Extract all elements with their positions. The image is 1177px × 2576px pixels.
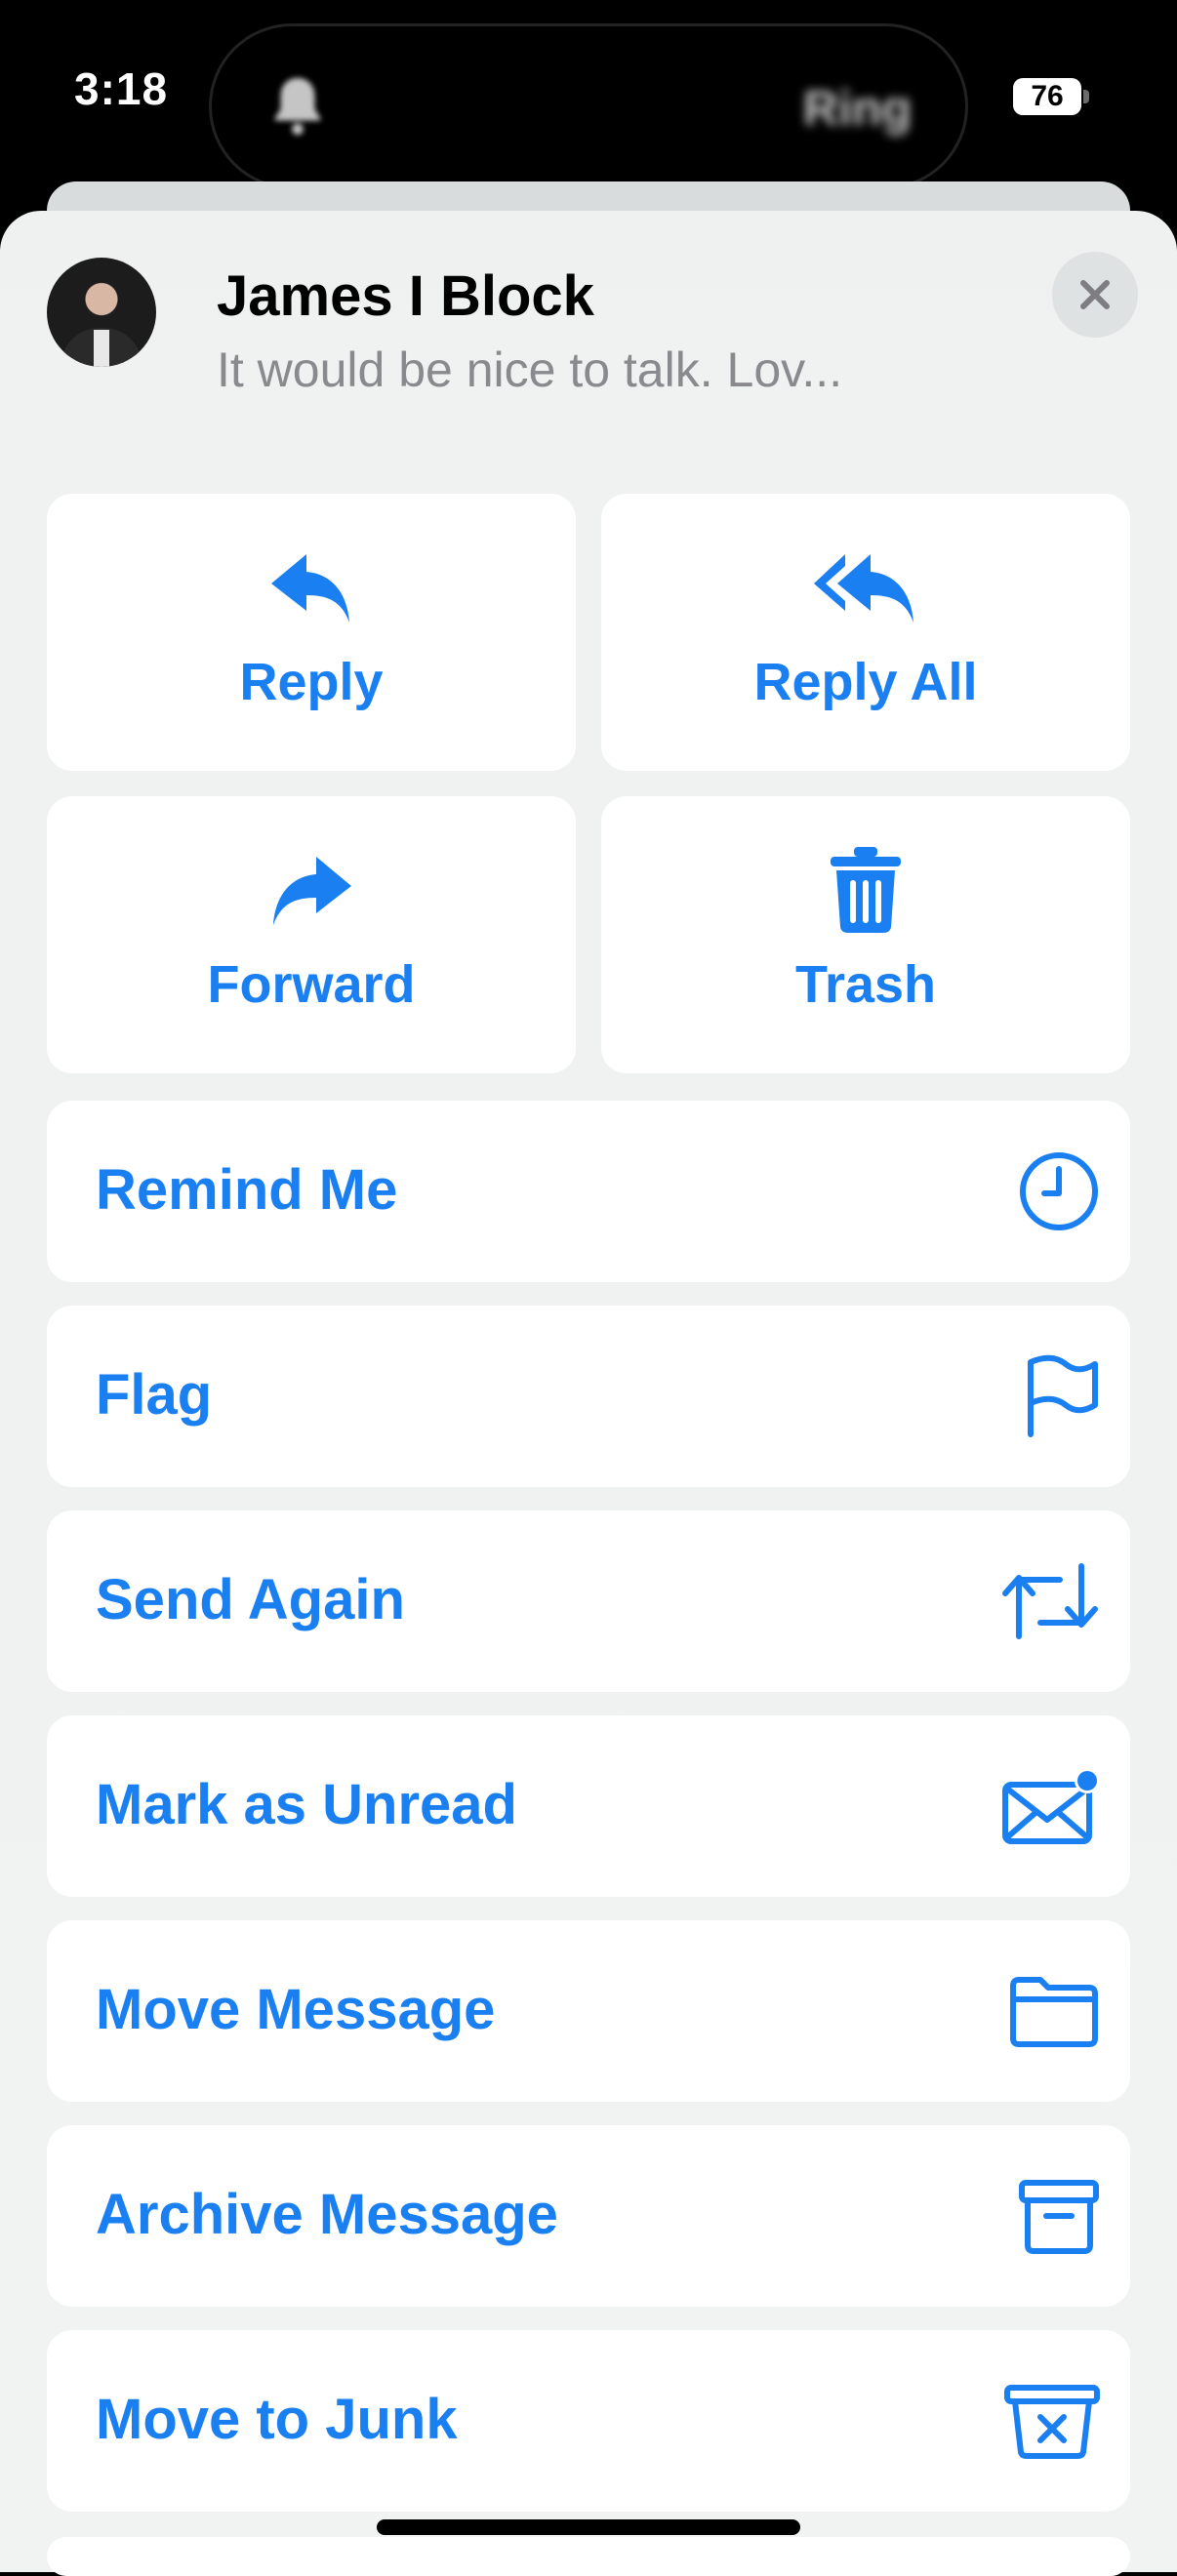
archive-message-row[interactable]: Archive Message xyxy=(47,2125,1130,2307)
reply-all-arrow-icon xyxy=(814,554,913,623)
reply-arrow-icon xyxy=(271,554,349,623)
clock-icon xyxy=(1020,1152,1098,1230)
send-again-label: Send Again xyxy=(96,1568,405,1631)
remind-me-row[interactable]: Remind Me xyxy=(47,1101,1130,1282)
message-preview: It would be nice to talk. Lov... xyxy=(217,342,843,397)
sender-avatar xyxy=(47,258,156,367)
move-to-junk-label: Move to Junk xyxy=(96,2388,458,2451)
reply-all-label: Reply All xyxy=(753,653,978,711)
flag-label: Flag xyxy=(96,1363,213,1427)
folder-icon xyxy=(1010,1977,1098,2047)
reply-label: Reply xyxy=(239,653,384,711)
move-to-junk-row[interactable]: Move to Junk xyxy=(47,2330,1130,2512)
send-again-row[interactable]: Send Again xyxy=(47,1510,1130,1692)
archive-box-icon xyxy=(1019,2180,1099,2254)
resend-arrows-icon xyxy=(1002,1563,1098,1639)
junk-bin-icon xyxy=(1004,2385,1100,2459)
next-row-partial xyxy=(47,2537,1130,2576)
forward-arrow-icon xyxy=(273,857,351,925)
trash-button[interactable]: Trash xyxy=(601,796,1130,1073)
bell-icon xyxy=(274,77,321,136)
status-bar: 3:18 Ring 76 xyxy=(0,0,1177,189)
move-message-label: Move Message xyxy=(96,1978,496,2041)
dynamic-island[interactable]: Ring xyxy=(209,23,968,189)
envelope-unread-icon xyxy=(1002,1768,1100,1844)
remind-me-label: Remind Me xyxy=(96,1158,398,1222)
home-indicator[interactable] xyxy=(377,2519,800,2535)
battery-tip xyxy=(1083,90,1089,103)
trash-label: Trash xyxy=(794,955,937,1014)
mark-unread-label: Mark as Unread xyxy=(96,1773,517,1836)
flag-icon xyxy=(1028,1354,1098,1437)
close-button[interactable] xyxy=(1052,252,1138,338)
island-activity-label: Ring xyxy=(802,81,912,136)
status-time: 3:18 xyxy=(74,63,169,114)
reply-all-button[interactable]: Reply All xyxy=(601,494,1130,771)
move-message-row[interactable]: Move Message xyxy=(47,1920,1130,2102)
forward-label: Forward xyxy=(207,955,416,1014)
battery-level: 76 xyxy=(1013,78,1081,115)
reply-button[interactable]: Reply xyxy=(47,494,576,771)
close-icon xyxy=(1080,280,1110,309)
forward-button[interactable]: Forward xyxy=(47,796,576,1073)
mark-unread-row[interactable]: Mark as Unread xyxy=(47,1715,1130,1897)
trash-can-icon xyxy=(831,847,901,933)
flag-row[interactable]: Flag xyxy=(47,1306,1130,1487)
sender-name: James I Block xyxy=(217,264,594,328)
archive-message-label: Archive Message xyxy=(96,2183,558,2246)
